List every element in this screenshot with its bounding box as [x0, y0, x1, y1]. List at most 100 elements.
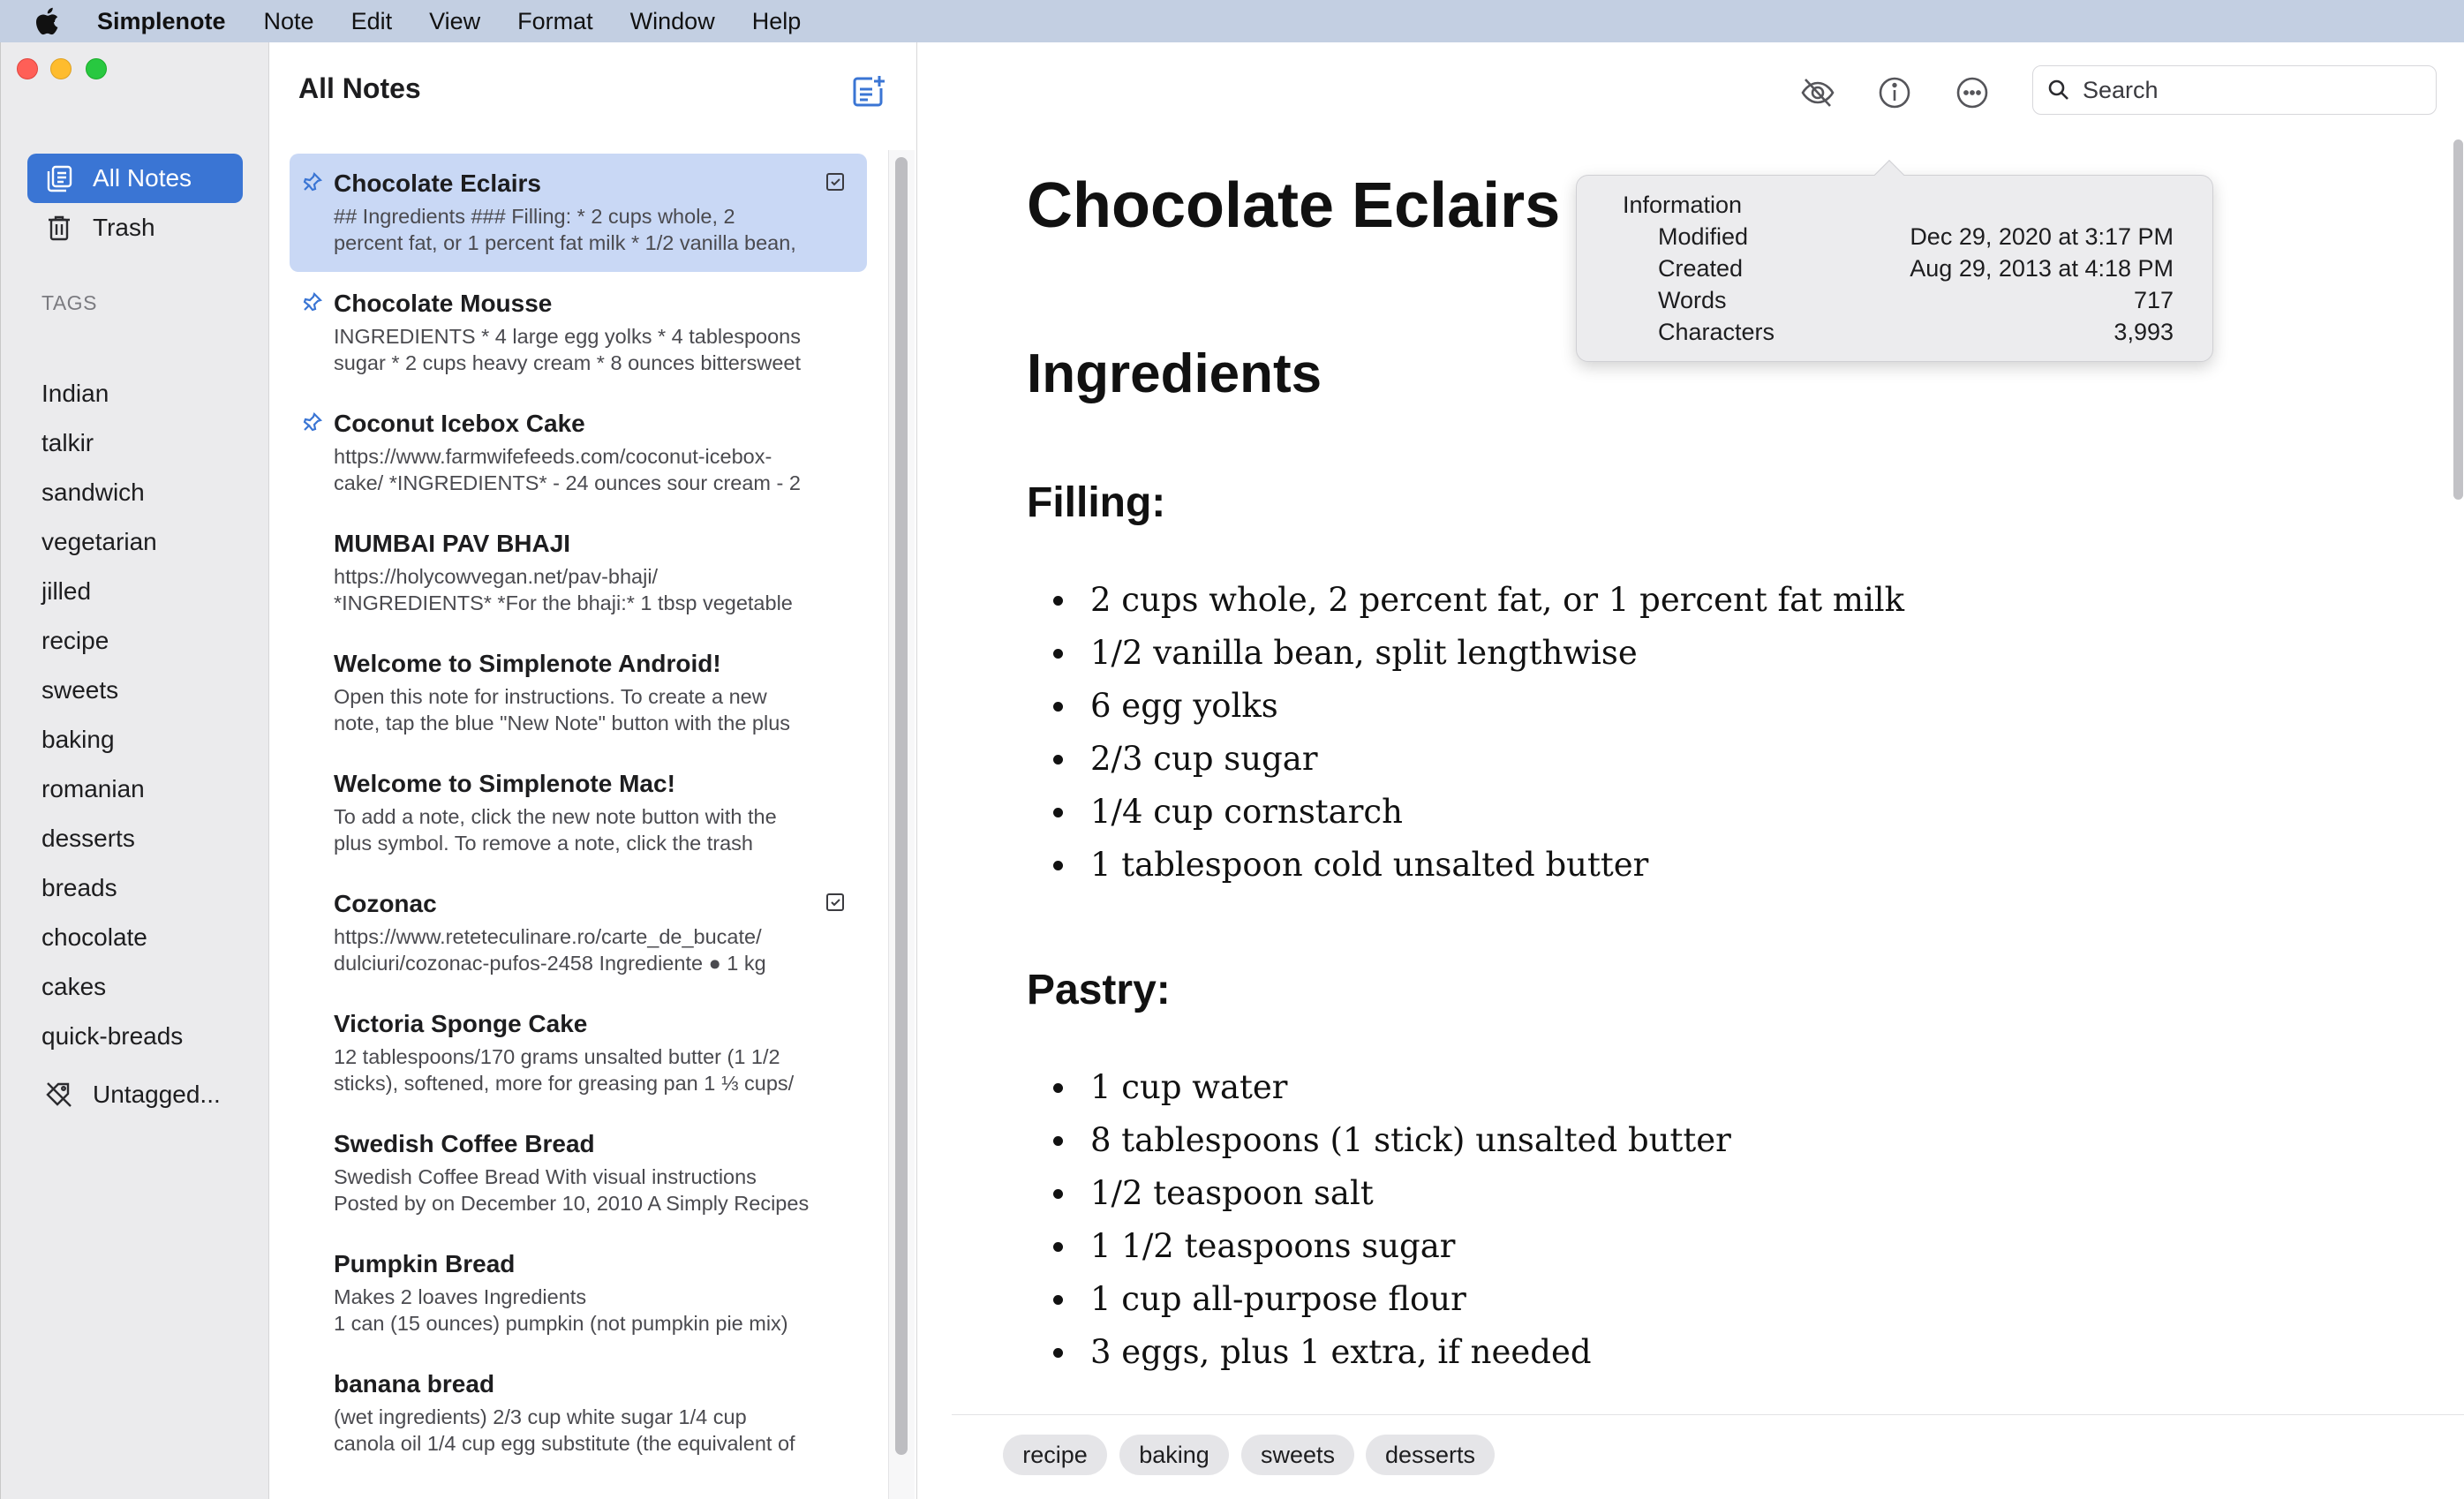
menu-window[interactable]: Window	[630, 8, 715, 35]
note-title: Cozonac	[334, 890, 437, 917]
menu-help[interactable]: Help	[752, 8, 802, 35]
sidebar-tag[interactable]: sandwich	[41, 478, 145, 507]
app-window: All Notes Trash TAGS Indian talkir sandw…	[0, 42, 2464, 1499]
tag-chip[interactable]: desserts	[1366, 1435, 1495, 1475]
sidebar-tag[interactable]: Indian	[41, 380, 109, 408]
window-zoom-button[interactable]	[86, 58, 107, 79]
note-list-item[interactable]: MUMBAI PAV BHAJI https://holycowvegan.ne…	[290, 514, 867, 632]
note-list-item[interactable]: Welcome to Simplenote Mac! To add a note…	[290, 754, 867, 872]
note-list-item[interactable]: Swedish Coffee Bread Swedish Coffee Brea…	[290, 1114, 867, 1232]
note-list-item[interactable]: Coconut Icebox Cake https://www.farmwife…	[290, 394, 867, 512]
sidebar-tag[interactable]: breads	[41, 874, 117, 902]
note-title: banana bread	[334, 1370, 495, 1397]
checklist-icon	[825, 171, 846, 192]
note-list-item[interactable]: banana bread (wet ingredients) 2/3 cup w…	[290, 1354, 867, 1473]
info-key-modified: Modified	[1658, 223, 1749, 250]
sidebar-item-label: Untagged...	[93, 1081, 221, 1108]
sidebar-tag[interactable]: talkir	[41, 429, 94, 457]
sidebar-tag[interactable]: cakes	[41, 973, 106, 1001]
pastry-list: 1 cup water 8 tablespoons (1 stick) unsa…	[1027, 1061, 1731, 1379]
sidebar-tag[interactable]: jilled	[41, 577, 91, 606]
window-minimize-button[interactable]	[50, 58, 72, 79]
sidebar-item-untagged[interactable]: Untagged...	[27, 1070, 243, 1119]
info-value-words: 717	[2133, 287, 2174, 313]
note-title: Pumpkin Bread	[334, 1250, 516, 1277]
list-item: 1 cup all-purpose flour	[1027, 1273, 1731, 1326]
note-list-item[interactable]: Pumpkin Bread Makes 2 loaves Ingredients…	[290, 1234, 867, 1352]
note-preview: Posted by on December 10, 2010 A Simply …	[334, 1192, 810, 1215]
filling-list: 2 cups whole, 2 percent fat, or 1 percen…	[1027, 574, 1904, 892]
info-value-created: Aug 29, 2013 at 4:18 PM	[1910, 255, 2174, 282]
information-popover: Information Modified Dec 29, 2020 at 3:1…	[1576, 160, 2213, 362]
info-key-words: Words	[1658, 287, 1727, 313]
note-list-item[interactable]: Welcome to Simplenote Android! Open this…	[290, 634, 867, 752]
menu-note[interactable]: Note	[264, 8, 314, 35]
checklist-icon	[825, 892, 846, 913]
sidebar-tag[interactable]: baking	[41, 726, 115, 754]
tag-chip[interactable]: recipe	[1003, 1435, 1107, 1475]
note-list-item[interactable]: Cozonac https://www.reteteculinare.ro/ca…	[290, 874, 867, 992]
note-preview: ## Ingredients ### Filling: * 2 cups who…	[334, 205, 735, 228]
more-icon[interactable]	[1950, 71, 1994, 115]
info-icon[interactable]	[1872, 71, 1917, 115]
note-preview: INGREDIENTS * 4 large egg yolks * 4 tabl…	[334, 325, 802, 348]
pin-icon	[302, 411, 323, 433]
note-list-item[interactable]: Chocolate Eclairs ## Ingredients ### Fil…	[290, 154, 867, 272]
menu-bar: Simplenote Note Edit View Format Window …	[0, 0, 2464, 42]
search-input[interactable]	[2083, 76, 2418, 104]
window-close-button[interactable]	[17, 58, 38, 79]
info-value-modified: Dec 29, 2020 at 3:17 PM	[1910, 223, 2174, 250]
list-item: 1/2 teaspoon salt	[1027, 1167, 1731, 1220]
preview-hidden-icon[interactable]	[1796, 71, 1840, 115]
note-list: All Notes Chocolate Eclairs ## Ingredien…	[270, 42, 917, 1499]
note-preview: https://www.reteteculinare.ro/carte_de_b…	[334, 925, 762, 948]
note-heading-title: Chocolate Eclairs	[1027, 170, 1561, 241]
note-list-scrollbar[interactable]	[895, 157, 908, 1455]
search-icon	[2046, 77, 2072, 103]
sidebar-tag[interactable]: sweets	[41, 676, 118, 704]
note-preview: *INGREDIENTS* *For the bhaji:* 1 tbsp ve…	[334, 591, 793, 614]
note-title: Chocolate Eclairs	[334, 169, 541, 197]
tag-chip[interactable]: sweets	[1241, 1435, 1354, 1475]
note-title: MUMBAI PAV BHAJI	[334, 530, 571, 557]
note-heading-ingredients: Ingredients	[1027, 343, 1322, 404]
note-preview: 12 tablespoons/170 grams unsalted butter…	[334, 1045, 780, 1068]
sidebar-tag[interactable]: recipe	[41, 627, 109, 655]
list-item: 1/2 vanilla bean, split lengthwise	[1027, 627, 1904, 680]
menu-app-name[interactable]: Simplenote	[97, 8, 226, 35]
search-field[interactable]	[2032, 65, 2437, 115]
sidebar-item-all-notes[interactable]: All Notes	[27, 154, 243, 203]
note-preview: note, tap the blue "New Note" button wit…	[334, 712, 791, 734]
list-item: 1 tablespoon cold unsalted butter	[1027, 839, 1904, 892]
list-item: 8 tablespoons (1 stick) unsalted butter	[1027, 1114, 1731, 1167]
note-preview: sticks), softened, more for greasing pan…	[334, 1072, 795, 1095]
note-title: Chocolate Mousse	[334, 290, 553, 317]
sidebar-item-trash[interactable]: Trash	[27, 203, 243, 252]
note-title: Coconut Icebox Cake	[334, 410, 585, 437]
apple-logo-icon[interactable]	[34, 6, 60, 36]
note-heading-filling: Filling:	[1027, 479, 1166, 526]
sidebar-tag[interactable]: quick-breads	[41, 1022, 183, 1051]
note-tag-bar: recipe baking sweets desserts	[952, 1414, 2464, 1499]
note-list-title: All Notes	[298, 72, 421, 104]
note-list-item[interactable]: Chocolate Mousse INGREDIENTS * 4 large e…	[290, 274, 867, 392]
list-item: 3 eggs, plus 1 extra, if needed	[1027, 1326, 1731, 1379]
menu-edit[interactable]: Edit	[351, 8, 393, 35]
list-item: 1 cup water	[1027, 1061, 1731, 1114]
note-preview: 1 can (15 ounces) pumpkin (not pumpkin p…	[334, 1312, 788, 1335]
new-note-button[interactable]	[848, 71, 889, 111]
note-preview: canola oil 1/4 cup egg substitute (the e…	[334, 1432, 795, 1455]
list-item: 2 cups whole, 2 percent fat, or 1 percen…	[1027, 574, 1904, 627]
note-title: Victoria Sponge Cake	[334, 1010, 588, 1037]
sidebar-tag[interactable]: chocolate	[41, 923, 147, 952]
info-value-characters: 3,993	[2114, 319, 2174, 345]
sidebar-tag[interactable]: romanian	[41, 775, 145, 803]
editor-scrollbar[interactable]	[2453, 139, 2463, 500]
menu-view[interactable]: View	[429, 8, 480, 35]
sidebar-tag[interactable]: desserts	[41, 825, 135, 853]
note-list-item[interactable]: Victoria Sponge Cake 12 tablespoons/170 …	[290, 994, 867, 1112]
untagged-icon	[43, 1079, 75, 1111]
menu-format[interactable]: Format	[517, 8, 593, 35]
sidebar-tag[interactable]: vegetarian	[41, 528, 157, 556]
tag-chip[interactable]: baking	[1119, 1435, 1229, 1475]
